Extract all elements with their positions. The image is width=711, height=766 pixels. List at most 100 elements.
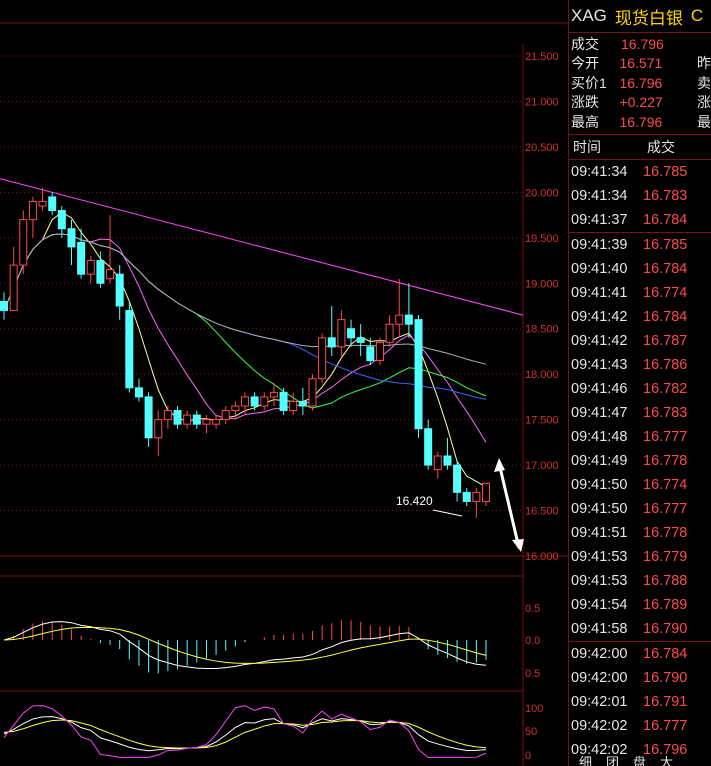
candle-body <box>327 337 336 348</box>
tick-price: 16.790 <box>643 620 688 637</box>
tick-list[interactable]: 09:41:34 16.785 09:41:34 16.783 09:41:37 16.7… <box>569 160 711 762</box>
tick-time: 09:42:00 <box>571 645 628 662</box>
tick-price: 16.791 <box>643 693 688 710</box>
candle-body <box>356 337 365 343</box>
candle-body <box>472 491 481 502</box>
quote-row: 最高 16.796 最 <box>569 112 711 132</box>
tick-time: 09:41:51 <box>571 524 628 541</box>
tick-price: 16.790 <box>643 669 688 686</box>
candle-body <box>289 400 298 412</box>
quote-label: 今开 <box>571 55 599 72</box>
symbol-extra: C <box>690 6 704 25</box>
candle-body <box>0 300 8 312</box>
tick-row: 09:41:49 16.778 <box>569 449 711 473</box>
candle-body <box>453 464 462 493</box>
tick-price: 16.778 <box>643 452 688 469</box>
candle-body <box>57 210 66 230</box>
candle-body <box>212 419 221 425</box>
tick-time: 09:41:41 <box>571 284 628 301</box>
tick-row: 09:41:42 16.787 <box>569 329 711 353</box>
candle-body <box>385 323 394 343</box>
candle-body <box>19 219 28 266</box>
kdj-tick-label: 0 <box>525 750 531 762</box>
candle-body <box>48 196 57 212</box>
macd-tick-label: 0.5 <box>525 668 540 680</box>
tick-time: 09:41:50 <box>571 500 628 517</box>
tick-time: 09:41:49 <box>571 452 628 469</box>
candle-body <box>404 314 413 325</box>
tick-time: 09:42:01 <box>571 693 628 710</box>
tick-row: 09:41:53 16.788 <box>569 569 711 593</box>
candle-body <box>366 346 375 362</box>
candle-body <box>163 410 172 421</box>
tick-price: 16.789 <box>643 596 688 613</box>
quote-label-2: 最 <box>697 113 711 130</box>
tick-row: 09:41:41 16.774 <box>569 281 711 305</box>
candle-body <box>241 396 249 407</box>
candle-body <box>144 396 153 439</box>
tick-time: 09:41:53 <box>571 572 628 589</box>
candle-body <box>115 273 124 307</box>
quote-label-2: 卖 <box>697 74 711 91</box>
kdj-tick-label: 50 <box>525 726 537 738</box>
tick-time: 09:41:54 <box>571 596 628 613</box>
quote-side-panel: XAG 现货白银 C 成交 16.796 今开 16.571 昨买价1 16.796 卖涨跌… <box>568 0 711 766</box>
candle-body <box>395 314 404 325</box>
tick-time: 09:41:48 <box>571 428 628 445</box>
tick-price: 16.777 <box>643 717 688 734</box>
tick-time: 09:41:40 <box>571 260 628 277</box>
macd-tick-label: 0.0 <box>525 635 540 647</box>
tick-row: 09:42:02 16.777 <box>569 714 711 738</box>
tick-row: 09:41:53 16.779 <box>569 545 711 569</box>
price-tick-label: 20.000 <box>525 187 559 199</box>
bottom-tab[interactable]: 盘 <box>633 756 646 766</box>
quote-row: 买价1 16.796 卖 <box>569 73 711 93</box>
tick-row: 09:41:34 16.783 <box>569 184 711 208</box>
price-tick-label: 18.000 <box>525 369 559 381</box>
symbol-header: XAG 现货白银 C <box>569 0 711 33</box>
quote-label-2: 昨 <box>697 55 711 72</box>
tick-price: 16.785 <box>643 236 688 253</box>
quote-value: 16.796 <box>619 74 663 91</box>
bottom-tab[interactable]: 细 <box>579 756 592 766</box>
candle-body <box>134 387 143 398</box>
tick-row: 09:41:51 16.778 <box>569 521 711 545</box>
tick-row: 09:41:48 16.777 <box>569 425 711 449</box>
bottom-tab[interactable]: 团 <box>606 756 619 766</box>
candle-body <box>125 310 134 389</box>
tick-row: 09:41:50 16.774 <box>569 473 711 497</box>
quote-value: 16.796 <box>619 113 663 130</box>
candle-body <box>231 405 240 412</box>
tick-price: 16.774 <box>643 476 688 493</box>
tick-row: 09:41:47 16.783 <box>569 401 711 425</box>
candle-body <box>414 319 423 430</box>
tick-row: 09:41:46 16.782 <box>569 377 711 401</box>
candle-body <box>298 400 307 407</box>
candle-body <box>337 319 346 348</box>
tick-price: 16.782 <box>643 380 688 397</box>
tick-time: 09:41:58 <box>571 620 628 637</box>
candle-body <box>86 260 95 275</box>
bottom-tab[interactable]: 大 <box>660 756 673 766</box>
candle-body <box>38 200 47 207</box>
tick-price: 16.774 <box>643 284 688 301</box>
tick-row: 09:42:01 16.791 <box>569 690 711 714</box>
candle-body <box>279 391 288 412</box>
kline-chart[interactable]: 21.500 21.000 20.500 20.000 19.500 19.000 18.5… <box>0 0 568 766</box>
tick-time: 09:42:00 <box>571 669 628 686</box>
tick-time: 09:41:42 <box>571 308 628 325</box>
candle-body <box>96 260 105 284</box>
quote-summary: 成交 16.796 今开 16.571 昨买价1 16.796 卖涨跌 +0.227 涨最高 16… <box>569 33 711 135</box>
price-tick-label: 19.000 <box>525 278 559 290</box>
price-tick-label: 21.000 <box>525 96 559 108</box>
tick-price: 16.778 <box>643 524 688 541</box>
chart-background <box>0 0 568 766</box>
low-price-label: 16.420 <box>396 494 433 508</box>
tick-price: 16.784 <box>643 308 688 325</box>
ticks-header-price: 成交 <box>647 138 675 155</box>
tick-time: 09:42:02 <box>571 717 628 734</box>
tick-price: 16.777 <box>643 500 688 517</box>
tick-price: 16.783 <box>643 187 688 204</box>
tick-row: 09:41:50 16.777 <box>569 497 711 521</box>
tick-price: 16.777 <box>643 428 688 445</box>
